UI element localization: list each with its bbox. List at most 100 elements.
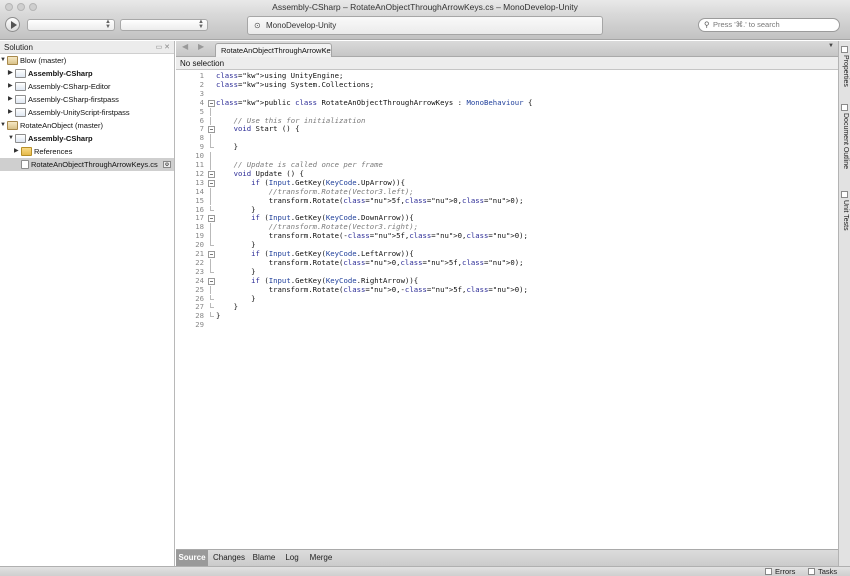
- line-number: 29: [195, 320, 204, 330]
- code-line[interactable]: 7 void Start () {: [176, 124, 836, 134]
- run-button[interactable]: [5, 17, 20, 32]
- fold-toggle-icon[interactable]: [208, 170, 215, 179]
- code-line[interactable]: 9 }: [176, 142, 836, 152]
- tab-document-outline[interactable]: Document Outline: [839, 113, 850, 169]
- search-field[interactable]: ⚲ Press '⌘.' to search: [698, 18, 840, 32]
- solution-tree-item[interactable]: ▼ RotateAnObject (master): [0, 119, 174, 132]
- document-tab-strip: ◀ ▶ RotateAnObjectThroughArrowKeys.cs ✕ …: [176, 41, 838, 57]
- path-bar[interactable]: No selection: [176, 57, 838, 70]
- code-text: transform.Rotate(-class="nu">5f,class="n…: [216, 231, 528, 241]
- pad-controls-icon[interactable]: ▭ ✕: [156, 41, 170, 54]
- code-line[interactable]: 28}: [176, 311, 836, 321]
- errors-pad-button[interactable]: Errors: [765, 567, 795, 576]
- disclosure-collapsed-icon[interactable]: ▶: [8, 80, 13, 93]
- fold-guide: [210, 134, 211, 144]
- solution-icon: [7, 121, 18, 130]
- fold-guide: [210, 232, 211, 242]
- fold-toggle-icon[interactable]: [208, 99, 215, 108]
- disclosure-expanded-icon[interactable]: ▼: [0, 54, 6, 67]
- code-line[interactable]: 27 }: [176, 302, 836, 312]
- solution-tree-item-label: RotateAnObjectThroughArrowKeys.cs: [31, 160, 158, 169]
- toolbar: ▲ ▼ ▲ ▼ ⊙ MonoDevelop-Unity ⚲ Press '⌘.' t…: [0, 14, 850, 40]
- fold-toggle-icon[interactable]: [208, 214, 215, 223]
- nav-back-icon[interactable]: ◀: [182, 42, 188, 51]
- fold-toggle-icon[interactable]: [208, 125, 215, 134]
- close-tab-icon[interactable]: ✕: [321, 44, 327, 57]
- project-icon: [15, 82, 26, 91]
- fold-end-marker: [210, 205, 214, 211]
- code-text: }: [216, 142, 238, 152]
- errors-icon: [765, 568, 772, 575]
- fold-end-marker: [210, 312, 214, 318]
- tab-merge[interactable]: Merge: [306, 550, 336, 566]
- fold-guide: [210, 152, 211, 161]
- code-line[interactable]: 4 class="kw">public class RotateAnObjectT…: [176, 98, 836, 108]
- fold-toggle-icon[interactable]: [208, 179, 215, 188]
- disclosure-expanded-icon[interactable]: ▼: [0, 119, 6, 132]
- nav-forward-icon[interactable]: ▶: [198, 42, 204, 51]
- fold-guide: [210, 258, 211, 268]
- solution-tree-item[interactable]: ▶ References: [0, 145, 174, 158]
- disclosure-collapsed-icon[interactable]: ▶: [14, 145, 19, 158]
- fold-toggle-icon[interactable]: [208, 250, 215, 259]
- tasks-pad-button[interactable]: Tasks: [808, 567, 837, 576]
- code-line[interactable]: 15 transform.Rotate(class="nu">5f,class=…: [176, 195, 836, 206]
- tab-source[interactable]: Source: [176, 550, 208, 566]
- code-text: transform.Rotate(class="nu">0,class="nu"…: [216, 257, 524, 267]
- tab-unit-tests[interactable]: Unit Tests: [839, 200, 850, 231]
- minimize-window-icon[interactable]: [17, 3, 25, 11]
- disclosure-collapsed-icon[interactable]: ▶: [8, 93, 13, 106]
- solution-tree-item-label: Assembly-CSharp: [28, 69, 93, 78]
- solution-tree-item-label: Assembly-CSharp-firstpass: [28, 95, 119, 104]
- disclosure-collapsed-icon[interactable]: ▶: [8, 106, 13, 119]
- solution-tree-item[interactable]: ▼ Assembly-CSharp: [0, 132, 174, 145]
- configuration-select[interactable]: ▲ ▼: [27, 19, 115, 31]
- disclosure-collapsed-icon[interactable]: ▶: [8, 67, 13, 80]
- tab-changes[interactable]: Changes: [210, 550, 248, 566]
- solution-tree-item[interactable]: ▶ Assembly-CSharp-Editor: [0, 80, 174, 93]
- code-line[interactable]: 25 transform.Rotate(class="nu">0,-class=…: [176, 285, 836, 295]
- tab-properties[interactable]: Properties: [839, 55, 850, 87]
- code-line[interactable]: 8: [176, 133, 836, 144]
- solution-tree-item[interactable]: ▶ Assembly-UnityScript-firstpass: [0, 106, 174, 119]
- fold-toggle-icon[interactable]: [208, 277, 215, 286]
- tab-dropdown-icon[interactable]: ▼: [828, 43, 834, 49]
- disclosure-expanded-icon[interactable]: ▼: [8, 132, 14, 145]
- code-line[interactable]: 19 transform.Rotate(-class="nu">5f,class…: [176, 231, 836, 242]
- document-outline-icon: [841, 104, 848, 111]
- platform-select[interactable]: ▲ ▼: [120, 19, 208, 31]
- solution-tree-item-label: RotateAnObject (master): [20, 121, 103, 130]
- fold-end-marker: [210, 143, 214, 149]
- fold-guide: [210, 223, 211, 233]
- item-options-icon[interactable]: ⚙: [163, 161, 171, 168]
- code-line[interactable]: 29: [176, 320, 836, 330]
- solution-pad-header: Solution ▭ ✕: [0, 41, 174, 54]
- code-text: }: [216, 311, 221, 321]
- fold-guide: [210, 107, 211, 117]
- code-line[interactable]: 2 class="kw">using System.Collections;: [176, 80, 836, 90]
- project-icon: [15, 95, 26, 104]
- solution-tree: ▼ Blow (master) ▶ Assembly-CSharp ▶ Assembly-…: [0, 54, 174, 171]
- code-text: transform.Rotate(class="nu">5f,class="nu…: [216, 195, 524, 205]
- close-window-icon[interactable]: [5, 3, 13, 11]
- solution-tree-item[interactable]: ▶ Assembly-CSharp: [0, 67, 174, 80]
- code-line[interactable]: 22 transform.Rotate(class="nu">0,class="…: [176, 257, 836, 268]
- window-title: Assembly-CSharp – RotateAnObjectThroughA…: [272, 2, 578, 12]
- zoom-window-icon[interactable]: [29, 3, 37, 11]
- search-placeholder: Press '⌘.' to search: [713, 20, 780, 29]
- title-bar: Assembly-CSharp – RotateAnObjectThroughA…: [0, 0, 850, 14]
- solution-pad-title: Solution: [4, 43, 33, 52]
- solution-icon: [7, 56, 18, 65]
- tab-log[interactable]: Log: [280, 550, 304, 566]
- tab-blame[interactable]: Blame: [250, 550, 278, 566]
- solution-tree-item[interactable]: ▶ Assembly-CSharp-firstpass: [0, 93, 174, 106]
- main-window: Assembly-CSharp – RotateAnObjectThroughA…: [0, 0, 850, 576]
- code-editor[interactable]: 1 class="kw">using UnityEngine; 2 class="kw…: [176, 70, 838, 549]
- code-line[interactable]: 26 }: [176, 294, 836, 304]
- solution-tree-item[interactable]: RotateAnObjectThroughArrowKeys.cs ⚙: [0, 158, 174, 171]
- fold-guide: [210, 196, 211, 206]
- properties-icon: [841, 46, 848, 53]
- file-icon: [21, 160, 29, 169]
- document-tab[interactable]: RotateAnObjectThroughArrowKeys.cs ✕: [215, 43, 332, 57]
- solution-tree-item[interactable]: ▼ Blow (master): [0, 54, 174, 67]
